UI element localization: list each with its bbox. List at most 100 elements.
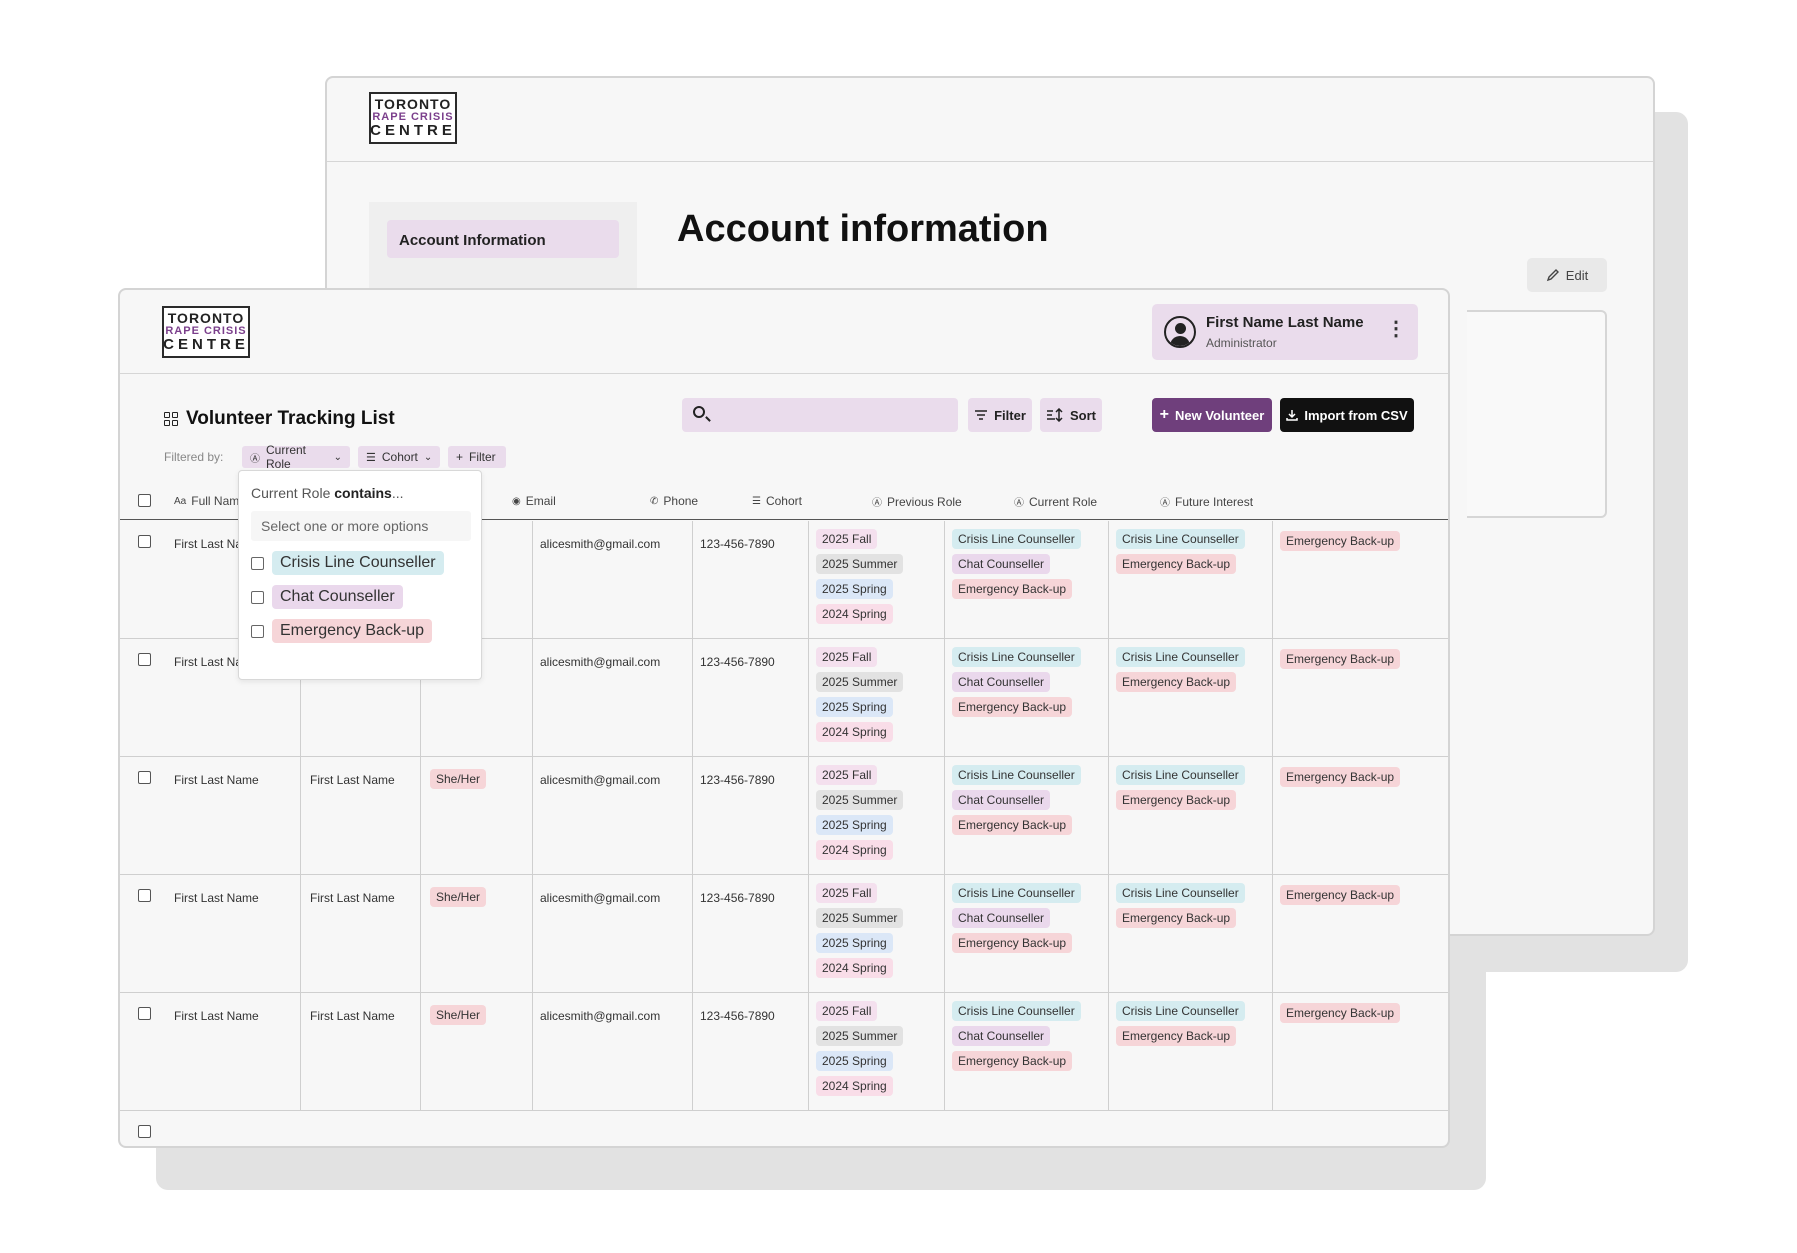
col-label: Email [525, 494, 556, 508]
account-topbar: TORONTO RAPE CRISIS CENTRE [327, 78, 1653, 162]
filter-chip-current-role[interactable]: Ⓐ Current Role ⌄ [242, 443, 350, 471]
filter-button[interactable]: Filter [968, 398, 1032, 432]
table-row[interactable]: First Last Name First Last Name She/Her ali… [120, 757, 1449, 875]
column-divider [532, 875, 533, 992]
future-interest-badge: Emergency Back-up [1280, 1003, 1401, 1023]
email-cell: alicesmith@gmail.com [540, 537, 661, 551]
phone-cell: 123-456-7890 [700, 773, 775, 787]
column-divider [944, 875, 945, 992]
cohort-badge: 2024 Spring [816, 1076, 893, 1096]
person-icon: Ⓐ [1160, 498, 1170, 509]
option-chat-counseller[interactable]: Chat Counseller [251, 585, 403, 609]
previous-role-badge: Chat Counseller [952, 1026, 1051, 1046]
email-cell: alicesmith@gmail.com [540, 891, 661, 905]
select-all-checkbox[interactable] [138, 494, 151, 507]
current-role-badge: Crisis Line Counseller [1116, 647, 1245, 667]
row-checkbox[interactable] [138, 889, 151, 902]
column-divider [420, 875, 421, 992]
option-emergency-back-up[interactable]: Emergency Back-up [251, 619, 433, 643]
col-email[interactable]: ◉ Email [512, 494, 556, 508]
col-future-interest[interactable]: Ⓐ Future Interest [1160, 494, 1254, 510]
future-interest-badge: Emergency Back-up [1280, 767, 1401, 787]
column-divider [808, 639, 809, 756]
column-divider [420, 757, 421, 874]
edit-button[interactable]: Edit [1527, 258, 1607, 292]
chevron-down-icon: ⌄ [333, 451, 342, 463]
full-name-cell: First Last Name [174, 773, 259, 787]
email-cell: alicesmith@gmail.com [540, 773, 661, 787]
current-role-badge: Crisis Line Counseller [1116, 529, 1245, 549]
sort-button[interactable]: Sort [1040, 398, 1102, 432]
plus-icon: + [456, 450, 464, 464]
import-csv-button[interactable]: Import from CSV [1280, 398, 1414, 432]
current-role-badge: Emergency Back-up [1116, 908, 1237, 928]
at-icon: ◉ [512, 495, 521, 507]
new-volunteer-button[interactable]: + New Volunteer [1152, 398, 1272, 432]
option-checkbox[interactable] [251, 556, 264, 570]
option-crisis-line-counseller[interactable]: Crisis Line Counseller [251, 551, 444, 575]
dropdown-heading: Current Role contains... [251, 485, 404, 501]
col-previous-role[interactable]: Ⓐ Previous Role [872, 494, 962, 510]
logo: TORONTO RAPE CRISIS CENTRE [162, 306, 250, 358]
list-icon: ☰ [752, 495, 761, 507]
option-checkbox[interactable] [251, 624, 264, 638]
import-csv-label: Import from CSV [1304, 407, 1408, 423]
grid-icon [164, 412, 178, 426]
cohort-badge: 2025 Spring [816, 697, 893, 717]
col-cohort[interactable]: ☰ Cohort [752, 494, 802, 508]
phone-cell: 123-456-7890 [700, 655, 775, 669]
user-card[interactable]: First Name Last Name Administrator ⋮ [1152, 304, 1418, 360]
cohort-badge: 2024 Spring [816, 958, 893, 978]
col-label: Future Interest [1175, 494, 1254, 509]
col-full-name[interactable]: Aa Full Nam [174, 494, 239, 508]
option-checkbox[interactable] [251, 590, 264, 604]
column-divider [944, 639, 945, 756]
search-input[interactable] [682, 398, 958, 432]
column-divider [1272, 521, 1273, 638]
option-label: Crisis Line Counseller [272, 551, 444, 575]
add-filter-chip[interactable]: + Filter [448, 446, 506, 468]
previous-role-badge: Emergency Back-up [952, 815, 1073, 835]
col-phone[interactable]: ✆ Phone [650, 494, 698, 508]
row-checkbox[interactable] [138, 1125, 151, 1138]
row-checkbox[interactable] [138, 535, 151, 548]
column-divider [692, 993, 693, 1110]
options-select-input[interactable]: Select one or more options [251, 511, 471, 541]
sort-label: Sort [1070, 407, 1096, 423]
column-divider [1448, 757, 1449, 874]
more-vertical-icon[interactable]: ⋮ [1386, 316, 1406, 341]
row-checkbox[interactable] [138, 771, 151, 784]
previous-role-badge: Crisis Line Counseller [952, 647, 1081, 667]
col-current-role[interactable]: Ⓐ Current Role [1014, 494, 1097, 510]
column-divider [808, 521, 809, 638]
filter-chip-cohort[interactable]: ☰ Cohort ⌄ [358, 446, 440, 468]
column-divider [1108, 875, 1109, 992]
column-divider [300, 993, 301, 1110]
previous-role-badge: Emergency Back-up [952, 697, 1073, 717]
previous-role-badge: Chat Counseller [952, 908, 1051, 928]
sidebar-item-account-information[interactable]: Account Information [387, 220, 619, 258]
table-row[interactable]: First Last Name First Last Name She/Her ali… [120, 875, 1449, 993]
cohort-badge: 2025 Fall [816, 529, 878, 549]
full-name-cell: First Last Name [174, 891, 259, 905]
column-divider [944, 521, 945, 638]
previous-role-badge: Emergency Back-up [952, 933, 1073, 953]
phone-cell: 123-456-7890 [700, 537, 775, 551]
cohort-badge: 2025 Spring [816, 815, 893, 835]
row-checkbox[interactable] [138, 653, 151, 666]
text-icon: Aa [174, 495, 187, 507]
column-divider [1108, 993, 1109, 1110]
row-checkbox[interactable] [138, 1007, 151, 1020]
chevron-down-icon: ⌄ [423, 451, 433, 463]
dropdown-heading-operator[interactable]: contains [334, 485, 392, 501]
user-role: Administrator [1206, 336, 1277, 350]
plus-icon: + [1159, 406, 1169, 423]
column-divider [532, 521, 533, 638]
current-role-badge: Emergency Back-up [1116, 1026, 1237, 1046]
column-divider [1448, 875, 1449, 992]
col-label: Phone [663, 494, 699, 508]
pronouns-badge: She/Her [430, 769, 487, 789]
table-row[interactable]: First Last Name First Last Name She/Her ali… [120, 993, 1448, 1111]
download-icon [1286, 410, 1299, 421]
column-divider [692, 875, 693, 992]
